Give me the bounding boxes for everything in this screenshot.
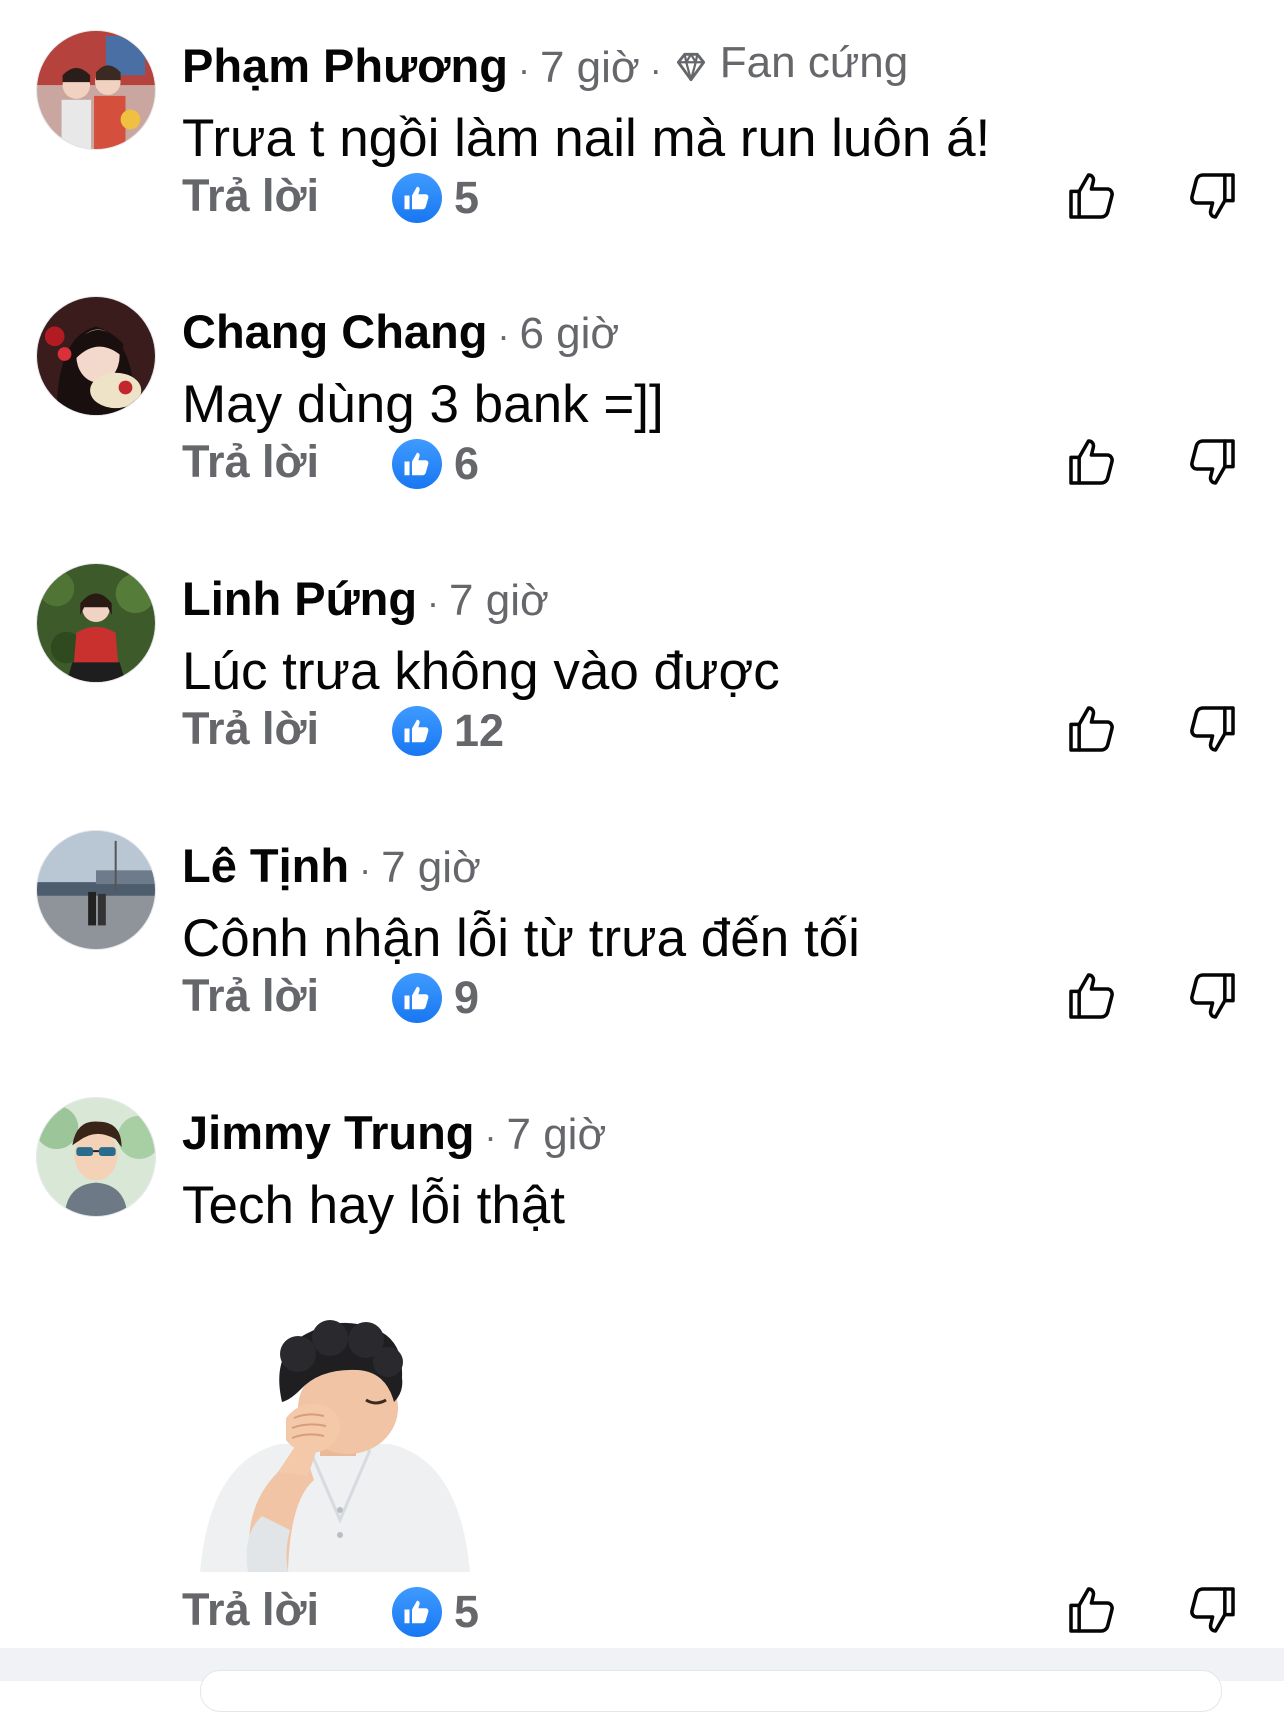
author-name[interactable]: Jimmy Trung — [182, 1105, 475, 1160]
downvote-button[interactable] — [1184, 968, 1240, 1024]
reaction-summary[interactable]: 5 — [392, 172, 479, 224]
reply-button[interactable]: Trả lời — [182, 699, 319, 759]
like-count: 12 — [454, 705, 505, 756]
thumbs-up-outline-icon — [1069, 1587, 1114, 1633]
diamond-icon — [676, 52, 705, 82]
downvote-button[interactable] — [1184, 1582, 1240, 1638]
like-reaction-icon — [392, 173, 442, 223]
like-count: 9 — [454, 972, 480, 1023]
comment-composer[interactable] — [200, 1670, 1222, 1712]
comment-time[interactable]: 7 giờ — [540, 43, 640, 93]
comment-text: Cônh nhận lỗi từ trưa đến tối — [182, 909, 860, 968]
avatar[interactable] — [36, 30, 156, 150]
thumbs-down-outline-icon — [1190, 973, 1235, 1019]
separator-dot: · — [427, 582, 440, 623]
comment-text: May dùng 3 bank =]] — [182, 375, 664, 434]
reply-button[interactable]: Trả lời — [182, 432, 319, 492]
author-name[interactable]: Phạm Phương — [182, 38, 508, 93]
comment-text: Trưa t ngồi làm nail mà run luôn á! — [182, 109, 991, 168]
separator-dot: · — [359, 849, 372, 890]
avatar[interactable] — [36, 296, 156, 416]
fan-badge: Fan cứng — [672, 38, 908, 88]
comment-time[interactable]: 7 giờ — [507, 1110, 607, 1160]
comment-actions: Trả lời 9 — [0, 966, 1284, 1026]
reaction-summary[interactable]: 9 — [392, 972, 479, 1024]
avatar[interactable] — [36, 830, 156, 950]
comment-text: Lúc trưa không vào được — [182, 642, 780, 701]
comment-header: Lê Tịnh · 7 giờ — [182, 838, 481, 893]
like-count: 5 — [454, 1586, 480, 1637]
thumbs-down-outline-icon — [1190, 173, 1235, 219]
downvote-button[interactable] — [1184, 701, 1240, 757]
author-name[interactable]: Linh Pứng — [182, 571, 417, 626]
like-reaction-icon — [392, 973, 442, 1023]
avatar[interactable] — [36, 563, 156, 683]
thumbs-down-outline-icon — [1190, 439, 1235, 485]
thumbs-up-outline-icon — [1069, 706, 1114, 752]
reaction-summary[interactable]: 5 — [392, 1586, 479, 1638]
reply-button[interactable]: Trả lời — [182, 166, 319, 226]
downvote-button[interactable] — [1184, 434, 1240, 490]
comment-header: Linh Pứng · 7 giờ — [182, 571, 549, 626]
like-reaction-icon — [392, 706, 442, 756]
reply-button[interactable]: Trả lời — [182, 966, 319, 1026]
comment-actions: Trả lời 6 — [0, 432, 1284, 492]
reaction-summary[interactable]: 6 — [392, 438, 479, 490]
comment-time[interactable]: 7 giờ — [449, 576, 549, 626]
thumbs-up-outline-icon — [1069, 973, 1114, 1019]
comment-actions: Trả lời 5 — [0, 1580, 1284, 1640]
like-reaction-icon — [392, 439, 442, 489]
upvote-button[interactable] — [1064, 1582, 1120, 1638]
comment-header: Phạm Phương · 7 giờ · Fan cứng — [182, 38, 908, 93]
reaction-summary[interactable]: 12 — [392, 705, 504, 757]
author-name[interactable]: Lê Tịnh — [182, 838, 349, 893]
comment-actions: Trả lời 5 — [0, 166, 1284, 226]
thumbs-up-outline-icon — [1069, 439, 1114, 485]
author-name[interactable]: Chang Chang — [182, 304, 487, 359]
thumbs-down-outline-icon — [1190, 1587, 1235, 1633]
upvote-button[interactable] — [1064, 968, 1120, 1024]
separator-dot: · — [497, 315, 510, 356]
upvote-button[interactable] — [1064, 701, 1120, 757]
downvote-button[interactable] — [1184, 168, 1240, 224]
like-count: 6 — [454, 438, 480, 489]
comment-header: Jimmy Trung · 7 giờ — [182, 1105, 606, 1160]
thumbs-up-outline-icon — [1069, 173, 1114, 219]
comment-header: Chang Chang · 6 giờ — [182, 304, 619, 359]
thumbs-down-outline-icon — [1190, 706, 1235, 752]
comment-time[interactable]: 6 giờ — [519, 309, 619, 359]
reply-button[interactable]: Trả lời — [182, 1580, 319, 1640]
comment-time[interactable]: 7 giờ — [381, 843, 481, 893]
comment-text: Tech hay lỗi thật — [182, 1176, 566, 1235]
facepalm-sticker[interactable] — [190, 1320, 480, 1572]
separator-dot: · — [517, 49, 530, 90]
avatar[interactable] — [36, 1097, 156, 1217]
like-count: 5 — [454, 172, 480, 223]
upvote-button[interactable] — [1064, 434, 1120, 490]
comment-actions: Trả lời 12 — [0, 699, 1284, 759]
badge-label: Fan cứng — [719, 38, 909, 87]
like-reaction-icon — [392, 1587, 442, 1637]
separator-dot: · — [649, 49, 662, 90]
separator-dot: · — [484, 1116, 497, 1157]
upvote-button[interactable] — [1064, 168, 1120, 224]
